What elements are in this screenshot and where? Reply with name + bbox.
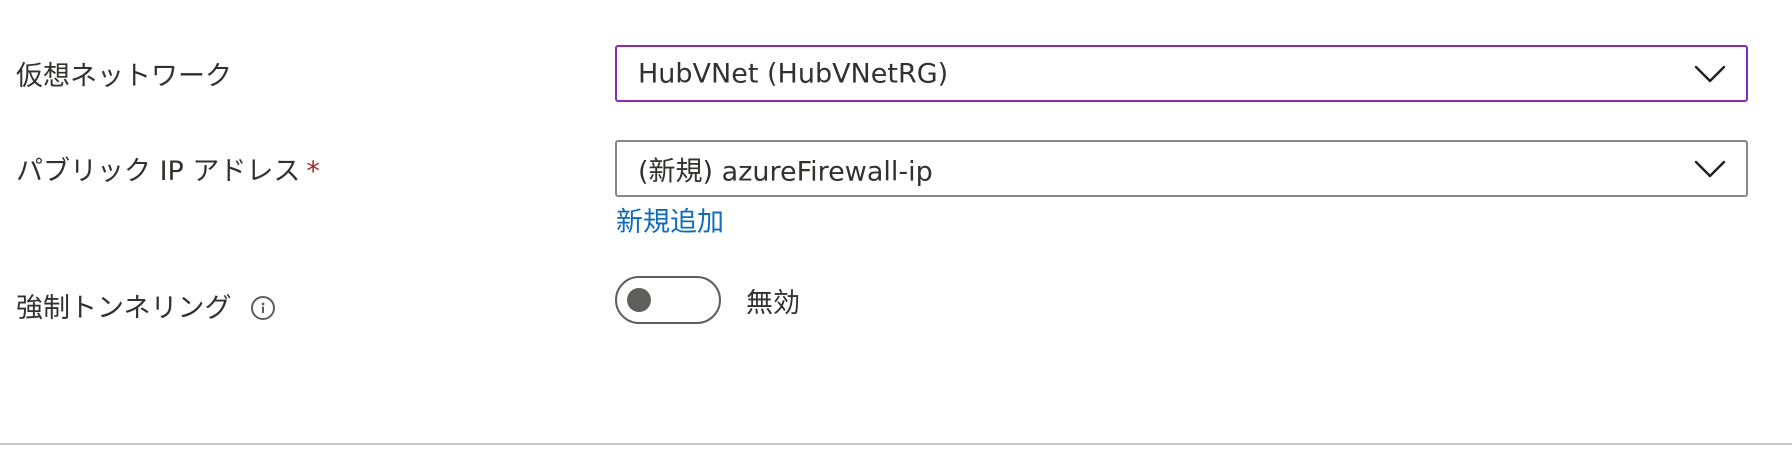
forced-tunneling-toggle[interactable] [615,276,721,324]
virtual-network-selected-value: HubVNet (HubVNetRG) [638,58,949,89]
public-ip-selected-value: (新規) azureFirewall-ip [638,156,933,187]
forced-tunneling-label-text: 強制トンネリング [16,293,232,324]
chevron-down-icon [1694,65,1726,82]
public-ip-dropdown[interactable]: (新規) azureFirewall-ip [615,140,1748,197]
toggle-knob [627,288,651,312]
info-icon[interactable] [251,295,276,320]
firewall-network-settings-form: 仮想ネットワーク HubVNet (HubVNetRG) パブリック IP アド… [0,0,1792,451]
public-ip-label-text: パブリック IP アドレス [16,156,301,187]
forced-tunneling-label: 強制トンネリング [16,286,276,325]
chevron-down-icon [1694,160,1726,177]
forced-tunneling-toggle-state: 無効 [746,288,800,319]
virtual-network-label: 仮想ネットワーク [16,54,232,93]
section-divider [0,443,1792,445]
public-ip-label: パブリック IP アドレス * [16,149,320,188]
virtual-network-label-text: 仮想ネットワーク [16,61,232,92]
virtual-network-dropdown[interactable]: HubVNet (HubVNetRG) [615,45,1748,102]
required-marker: * [306,156,320,187]
add-new-public-ip-link[interactable]: 新規追加 [616,200,724,239]
